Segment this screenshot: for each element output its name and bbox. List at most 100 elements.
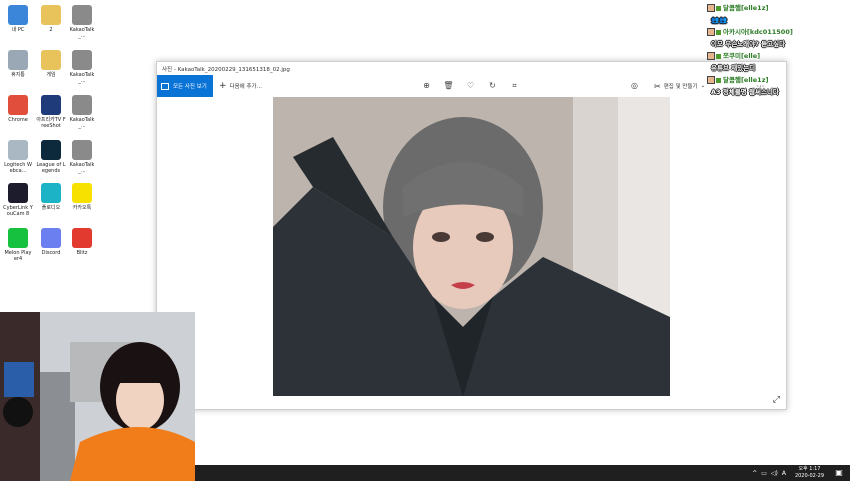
folder2-icon: [41, 5, 61, 25]
desktop-icon-youcam[interactable]: CyberLink YouCam 8: [3, 183, 33, 217]
desktop-icon-label: Logitech Webca...: [4, 162, 32, 174]
desktop-icon-label: Melon Player4: [4, 250, 32, 262]
chat-message: 유튜브 재밌는디: [711, 64, 756, 72]
desktop-icon-label: 휴지통: [11, 72, 25, 78]
chat-nickname[interactable]: 달콤햄[elle1z]: [723, 76, 768, 84]
chat-nick-line: 달콤햄[elle1z]: [707, 2, 850, 14]
notification-icon[interactable]: ▣: [834, 468, 844, 478]
desktop-icon-label: 플로디오: [41, 205, 61, 211]
network-icon[interactable]: ▭: [761, 470, 767, 477]
photos-window[interactable]: 사진 - KakaoTalk_20200229_131651318_02.jpg…: [156, 61, 787, 410]
desktop-icon-chrome[interactable]: Chrome: [3, 95, 33, 123]
chat-message: A3 정체불명 웹써스니다: [711, 88, 779, 96]
desktop-icon-label: 아프리카TV FreeShot: [36, 117, 66, 129]
desktop-icon-label: Discord: [41, 250, 61, 256]
chat-overlay: 달콤햄[elle1z] 👥👥 아카시아[kdc011500] 이모 무슨노래야? 듣고…: [707, 2, 850, 98]
desktop-icon-label: KakaoTalk_...: [69, 72, 95, 84]
chat-nick-line: 달콤햄[elle1z]: [707, 74, 850, 86]
afreeshot-icon: [41, 95, 61, 115]
volume-icon[interactable]: ◁): [771, 470, 778, 477]
photos-toolbar: 모든 사진 보기 + 다음에 추가... ⊕ 🗑 ♡ ↻ ⌗ ◎ ✂ 편집 및 …: [157, 75, 786, 97]
clock-date: 2020-02-29: [794, 473, 824, 479]
clock[interactable]: 오후 1:17 2020-02-29: [795, 466, 824, 480]
mypc-icon: [8, 5, 28, 25]
crop-icon[interactable]: ⌗: [509, 80, 520, 91]
kakao1-icon: [72, 5, 92, 25]
desktop-icon-label: KakaoTalk_...: [69, 27, 95, 39]
chat-message: 이모 무슨노래야? 듣고싶다: [711, 40, 786, 48]
badge-icon: [716, 77, 721, 83]
slideshow-icon[interactable]: ◎: [629, 80, 640, 91]
chevron-down-icon: ⌄: [700, 83, 706, 89]
taskbar: ^ ▭ ◁) A 오후 1:17 2020-02-29 ▣: [195, 465, 850, 481]
all-photos-label: 모든 사진 보기: [173, 84, 207, 90]
chat-nickname[interactable]: 쪼쿠미[elle]: [723, 52, 760, 60]
desktop-icon-afreeshot[interactable]: 아프리카TV FreeShot: [36, 95, 66, 129]
desktop-icon-label: Chrome: [8, 117, 28, 123]
system-tray: ^ ▭ ◁) A: [748, 465, 786, 481]
game-icon: [41, 50, 61, 70]
desktop-icon-blitz[interactable]: Blitz: [67, 228, 97, 256]
ime-indicator[interactable]: A: [782, 470, 786, 477]
desktop-icon-mypc[interactable]: 내 PC: [3, 5, 33, 33]
fullscreen-icon[interactable]: ⤢: [773, 395, 780, 405]
youcam-icon: [8, 183, 28, 203]
desktop-icon-kakaotalk[interactable]: 카카오톡: [67, 183, 97, 211]
edit-create-button[interactable]: ✂ 편집 및 만들기 ⌄: [654, 75, 705, 97]
photo-view: [273, 97, 670, 396]
desktop-icon-label: KakaoTalk_...: [69, 162, 95, 174]
streamer-camera-image: [0, 312, 195, 481]
desktop-icon-logitech[interactable]: Logitech Webca...: [3, 140, 33, 174]
webcam-feed: [0, 312, 195, 481]
gallery-icon: [161, 82, 169, 90]
all-photos-button[interactable]: 모든 사진 보기: [157, 75, 213, 97]
avatar-icon: [707, 4, 715, 12]
chevron-up-icon[interactable]: ^: [752, 470, 757, 477]
title-bar[interactable]: 사진 - KakaoTalk_20200229_131651318_02.jpg: [157, 62, 786, 75]
chat-nickname[interactable]: 아카시아[kdc011500]: [723, 28, 793, 36]
avatar-icon: [707, 52, 715, 60]
kakaotalk-icon: [72, 183, 92, 203]
desktop-icon-discord[interactable]: Discord: [36, 228, 66, 256]
rotate-icon[interactable]: ↻: [487, 80, 498, 91]
desktop-icon-melon[interactable]: Melon Player4: [3, 228, 33, 262]
add-to-button[interactable]: + 다음에 추가...: [219, 75, 262, 97]
kakao3-icon: [72, 95, 92, 115]
recycle-icon: [8, 50, 28, 70]
desktop-icon-label: KakaoTalk_...: [69, 117, 95, 129]
desktop-icon-label: Blitz: [76, 250, 88, 256]
zoom-icon[interactable]: ⊕: [421, 80, 432, 91]
desktop-icon-kakao2[interactable]: KakaoTalk_...: [67, 50, 97, 84]
desktop-icon-recycle[interactable]: 휴지통: [3, 50, 33, 78]
badge-icon: [716, 53, 721, 59]
blitz-icon: [72, 228, 92, 248]
desktop-icon-kakao1[interactable]: KakaoTalk_...: [67, 5, 97, 39]
window-title: 사진 - KakaoTalk_20200229_131651318_02.jpg: [162, 67, 290, 73]
desktop-icon-kakao3[interactable]: KakaoTalk_...: [67, 95, 97, 129]
chrome-icon: [8, 95, 28, 115]
desktop-icon-label: League of Legends: [36, 162, 66, 174]
desktop-icon-studio[interactable]: 플로디오: [36, 183, 66, 211]
desktop-icon-label: 2: [49, 27, 53, 33]
delete-icon[interactable]: 🗑: [443, 80, 454, 91]
desktop-icon-lol[interactable]: League of Legends: [36, 140, 66, 174]
avatar-icon: [707, 76, 715, 84]
desktop-icon-label: 카카오톡: [72, 205, 92, 211]
chat-nick-line: 쪼쿠미[elle]: [707, 50, 850, 62]
chat-message: 👥👥: [711, 16, 728, 24]
discord-icon: [41, 228, 61, 248]
portrait-image: [273, 97, 670, 396]
edit-icon: ✂: [654, 81, 661, 91]
desktop-icon-folder2[interactable]: 2: [36, 5, 66, 33]
badge-icon: [716, 29, 721, 35]
kakao4-icon: [72, 140, 92, 160]
desktop-icon-label: 게임: [46, 72, 56, 78]
desktop-icon-label: 내 PC: [11, 27, 25, 33]
desktop-icon-kakao4[interactable]: KakaoTalk_...: [67, 140, 97, 174]
heart-icon[interactable]: ♡: [465, 80, 476, 91]
chat-nickname[interactable]: 달콤햄[elle1z]: [723, 4, 768, 12]
logitech-icon: [8, 140, 28, 160]
edit-label: 편집 및 만들기: [663, 84, 698, 90]
desktop-icon-game[interactable]: 게임: [36, 50, 66, 78]
desktop-icon-label: CyberLink YouCam 8: [3, 205, 33, 217]
